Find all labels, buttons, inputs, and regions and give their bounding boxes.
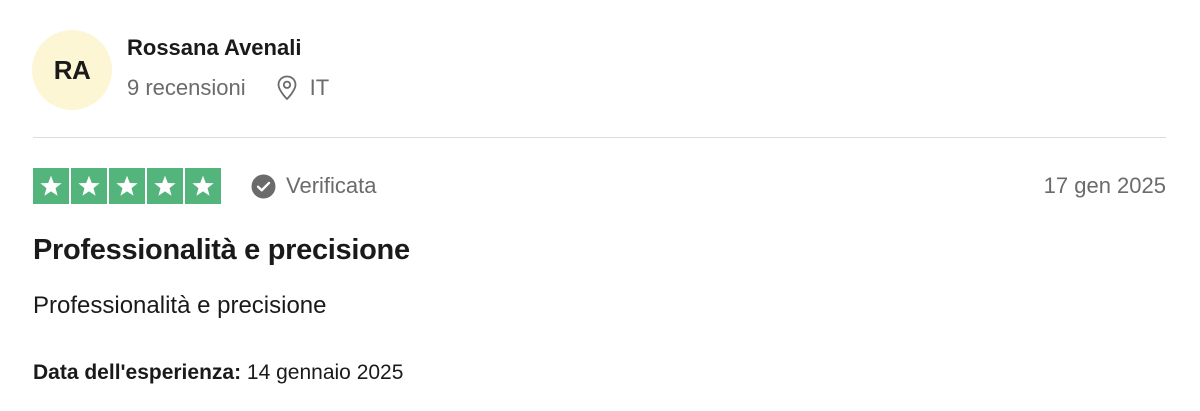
review-count: 9 recensioni xyxy=(127,75,246,100)
reviewer-meta: 9 recensioni IT xyxy=(127,75,329,101)
reviewer-name[interactable]: Rossana Avenali xyxy=(127,35,329,61)
rating-row: Verificata 17 gen 2025 xyxy=(33,168,1166,204)
check-circle-icon xyxy=(251,174,276,198)
star-rating xyxy=(33,168,221,204)
reviewer-header: RA Rossana Avenali 9 recensioni IT xyxy=(32,30,329,110)
review-body: Professionalità e precisione xyxy=(33,292,327,319)
reviewer-info: Rossana Avenali 9 recensioni IT xyxy=(127,35,329,101)
divider xyxy=(33,137,1166,138)
experience-label: Data dell'esperienza: xyxy=(33,361,242,384)
country-code: IT xyxy=(309,75,330,100)
experience-value: 14 gennaio 2025 xyxy=(246,361,404,384)
review-date: 17 gen 2025 xyxy=(1043,173,1166,198)
verified-badge[interactable]: Verificata xyxy=(251,173,377,199)
experience-date: Data dell'esperienza: 14 gennaio 2025 xyxy=(33,361,403,385)
verified-label: Verificata xyxy=(286,173,377,198)
avatar[interactable]: RA xyxy=(32,30,112,110)
star-icon xyxy=(109,168,145,204)
star-icon xyxy=(147,168,183,204)
review-title[interactable]: Professionalità e precisione xyxy=(33,234,410,267)
star-icon xyxy=(71,168,107,204)
star-icon xyxy=(33,168,69,204)
map-pin-icon xyxy=(277,75,297,100)
review-card: RA Rossana Avenali 9 recensioni IT Verif… xyxy=(0,0,1200,411)
star-icon xyxy=(185,168,221,204)
reviewer-location: IT xyxy=(276,75,330,101)
